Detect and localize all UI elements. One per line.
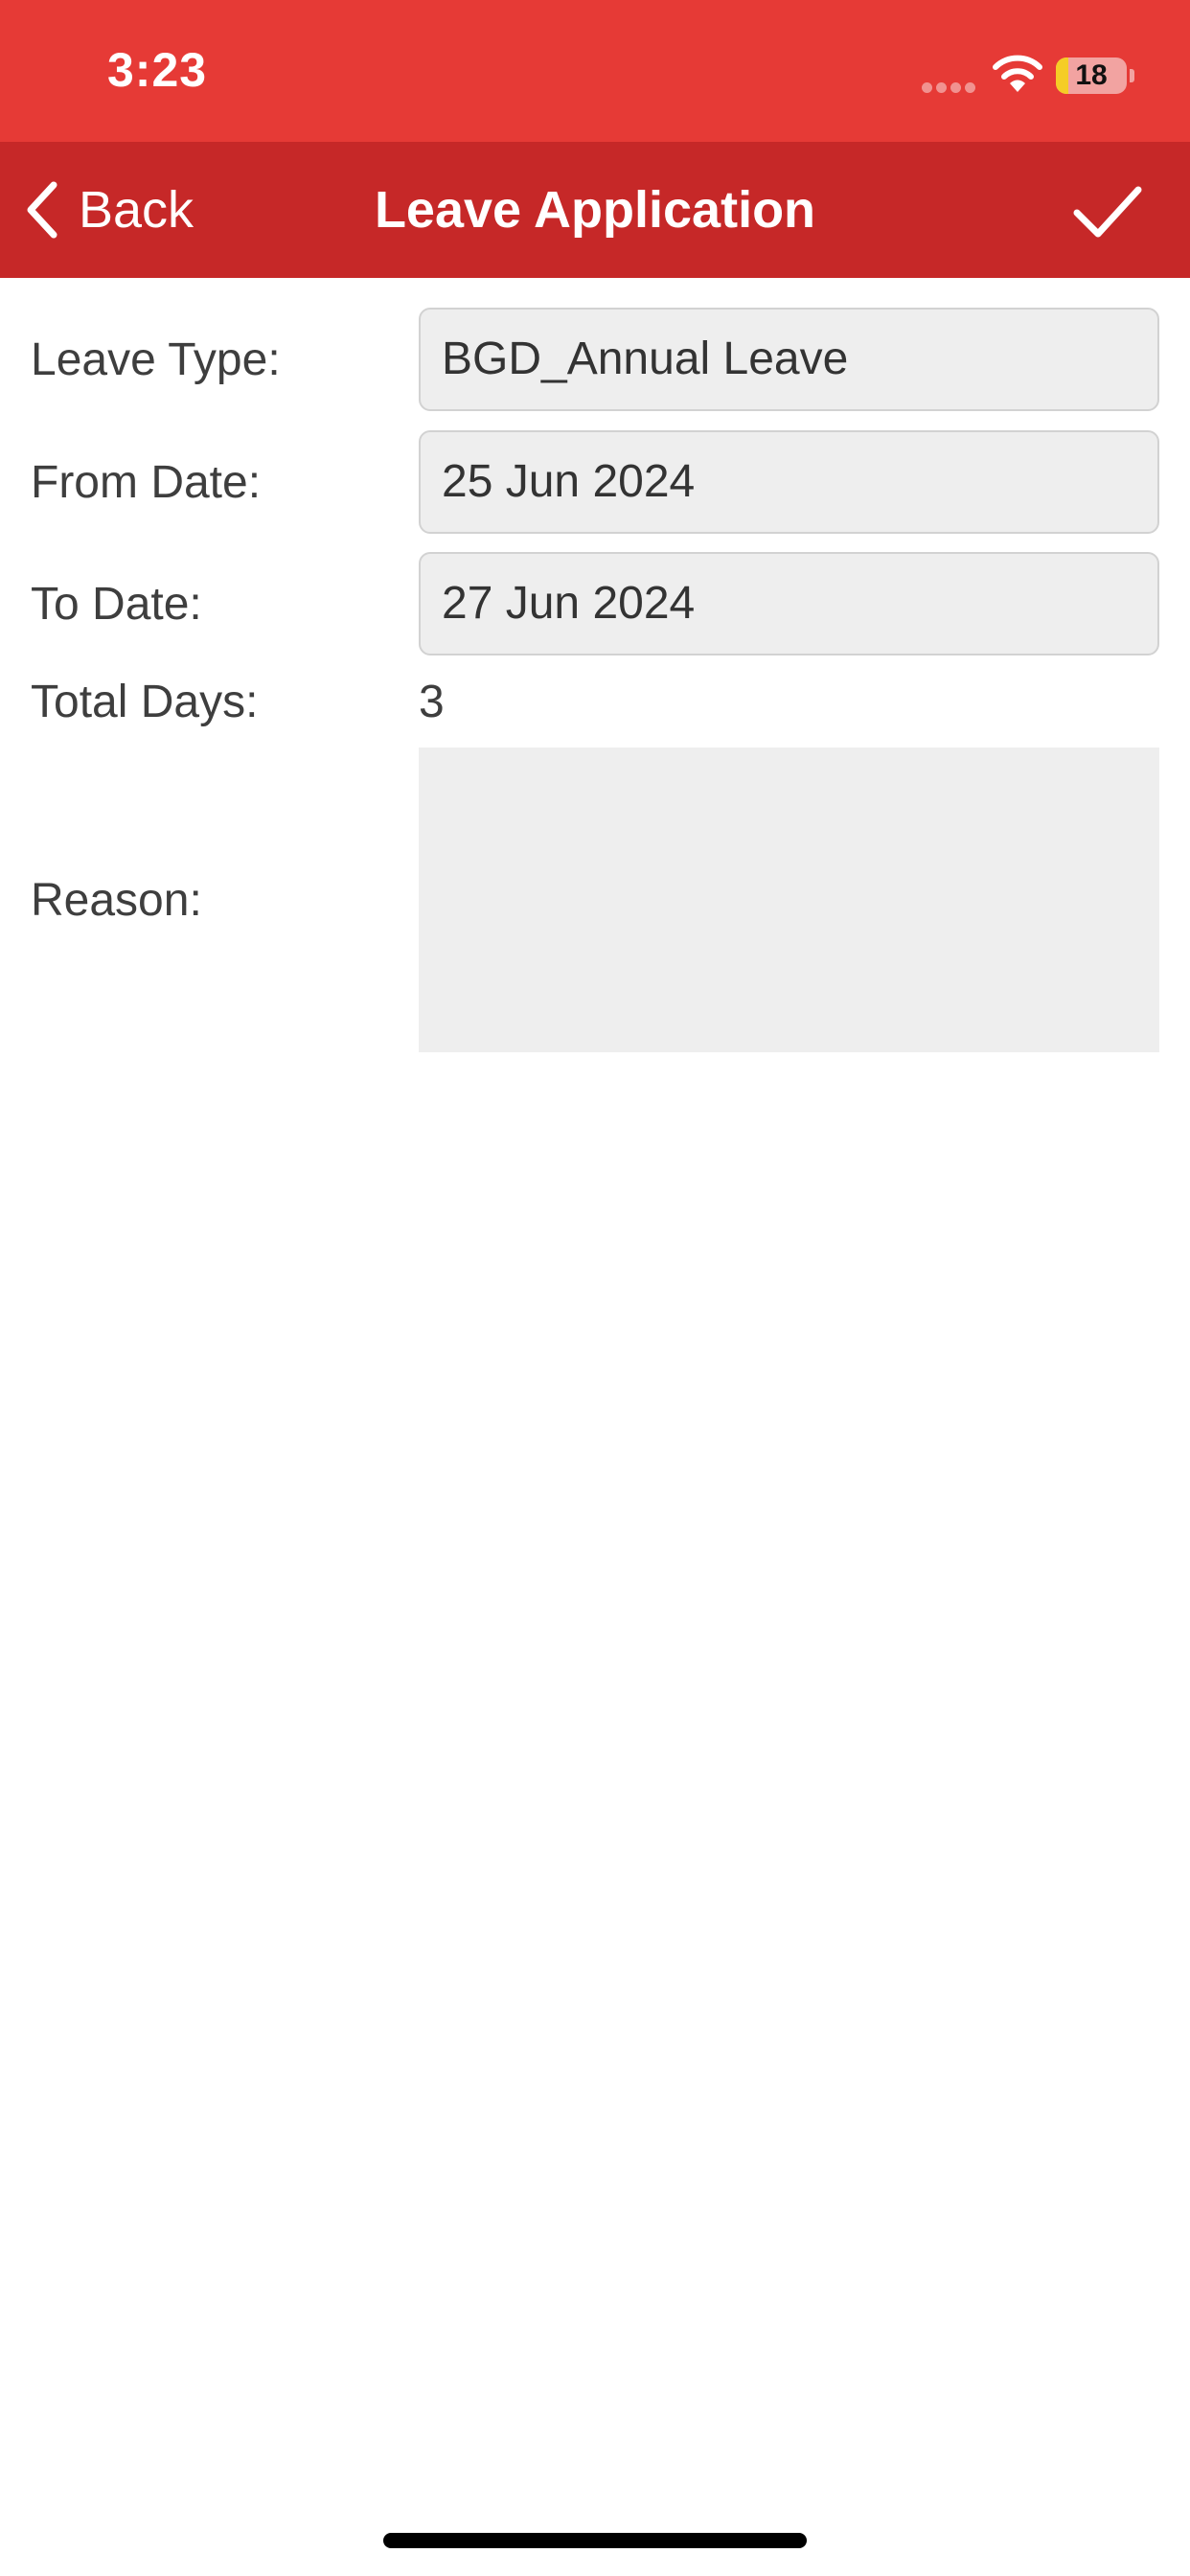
checkmark-icon[interactable] <box>1064 178 1150 245</box>
page-title: Leave Application <box>374 181 816 239</box>
leave-application-screen: 3:23 18 Back Leave Application Leave Typ… <box>0 0 1190 2576</box>
battery-nub <box>1130 69 1134 82</box>
to-date-field[interactable]: 27 Jun 2024 <box>419 552 1159 656</box>
total-days-value: 3 <box>419 677 445 727</box>
total-days-label: Total Days: <box>31 677 259 727</box>
cellular-signal-icon <box>922 82 975 94</box>
back-button[interactable]: Back <box>21 169 232 251</box>
reason-label: Reason: <box>31 875 202 926</box>
status-bar: 3:23 18 <box>0 0 1190 142</box>
wifi-icon <box>993 55 1042 92</box>
battery-level: 18 <box>1075 59 1108 91</box>
battery-icon: 18 <box>1056 58 1127 94</box>
leave-type-label: Leave Type: <box>31 334 281 385</box>
back-label: Back <box>79 181 195 239</box>
home-indicator[interactable] <box>383 2533 807 2548</box>
navigation-bar: Back Leave Application <box>0 142 1190 278</box>
status-time: 3:23 <box>107 43 208 97</box>
from-date-label: From Date: <box>31 457 262 508</box>
to-date-label: To Date: <box>31 579 202 630</box>
from-date-field[interactable]: 25 Jun 2024 <box>419 430 1159 534</box>
chevron-left-icon <box>27 181 57 239</box>
reason-input[interactable] <box>419 748 1159 1052</box>
leave-type-field[interactable]: BGD_Annual Leave <box>419 308 1159 411</box>
